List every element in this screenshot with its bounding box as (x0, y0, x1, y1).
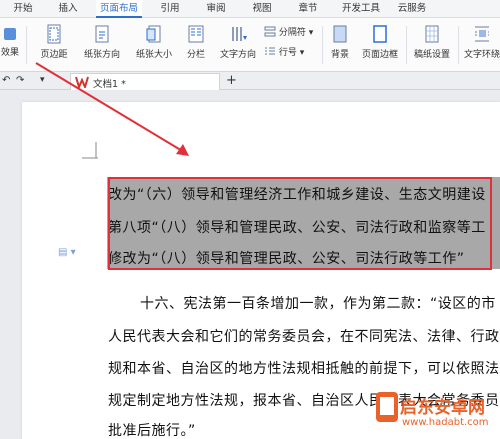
ribbon-separator (458, 26, 459, 64)
ribbon-separator (406, 26, 407, 64)
ribbon-toolbar: 效果 页边距 纸张方向 纸张大小 分栏 文字方向 分隔符 ▾ 行号 ▾ 背景 页… (0, 18, 500, 72)
redo-icon[interactable]: ↷ (16, 75, 24, 86)
page-corner-mark (82, 142, 98, 159)
menu-bar: 开始 插入 页面布局 引用 审阅 视图 章节 开发工具 云服务 (0, 0, 500, 18)
tab-insert[interactable]: 插入 (52, 0, 84, 18)
tab-chapter[interactable]: 章节 (292, 0, 324, 18)
body-text-line[interactable]: 人民代表大会和它们的常务委员会，在不同宪法、法律、行政 (108, 326, 500, 346)
tab-references[interactable]: 引用 (154, 0, 186, 18)
grid-paper-icon (425, 25, 439, 43)
margins-button[interactable]: 页边距 (34, 24, 74, 60)
tab-cloud[interactable]: 云服务 (392, 0, 432, 18)
annotation-highlight-box (108, 177, 492, 270)
text-direction-button[interactable]: 文字方向 (214, 24, 262, 60)
orientation-button[interactable]: 纸张方向 (78, 24, 126, 60)
watermark-url: www.hadabt.com (402, 417, 489, 428)
tab-developer[interactable]: 开发工具 (336, 0, 386, 18)
page-border-icon (373, 25, 387, 43)
paper-size-button[interactable]: 纸张大小 (130, 24, 178, 60)
ribbon-separator (322, 26, 323, 64)
document-tab[interactable]: 文档1 * (70, 73, 220, 90)
effects-button[interactable]: 效果 (0, 26, 20, 58)
document-tab-label: 文档1 * (93, 79, 126, 90)
ribbon-separator (26, 26, 27, 64)
breaks-button[interactable]: 分隔符 ▾ (264, 25, 313, 38)
paper-setup-button[interactable]: 稿纸设置 (410, 24, 454, 60)
effects-icon (4, 28, 16, 40)
watermark-title: 启东安卓网 (400, 398, 485, 418)
columns-icon (188, 25, 204, 43)
line-numbers-icon (265, 47, 275, 55)
tab-view[interactable]: 视图 (246, 0, 278, 18)
tab-review[interactable]: 审阅 (200, 0, 232, 18)
body-text-line[interactable]: 十六、宪法第一百条增加一款，作为第二款：“设区的市 (140, 293, 496, 313)
background-icon (333, 25, 347, 43)
body-text-line[interactable]: 规和本省、自治区的地方性法规相抵触的前提下，可以依照法 (108, 358, 500, 378)
chevron-down-icon[interactable]: ▾ (40, 75, 45, 85)
breaks-icon (264, 26, 276, 37)
text-wrap-button[interactable]: 文字环绕 (462, 24, 500, 60)
paper-size-icon (146, 25, 161, 43)
tab-strip: ↶ ↷ ▾ 文档1 * + (0, 72, 500, 90)
orientation-icon (95, 25, 109, 43)
margins-icon (47, 24, 61, 44)
tab-page-layout[interactable]: 页面布局 (96, 0, 142, 18)
page-border-button[interactable]: 页面边框 (358, 24, 402, 60)
tab-home[interactable]: 开始 (8, 0, 38, 18)
paragraph-layout-icon[interactable]: ▤ ▾ (58, 247, 76, 258)
text-wrap-icon (475, 26, 489, 42)
undo-icon[interactable]: ↶ (2, 75, 10, 86)
background-button[interactable]: 背景 (326, 24, 354, 60)
new-tab-icon[interactable]: + (226, 73, 237, 88)
line-numbers-button[interactable]: 行号 ▾ (264, 45, 304, 58)
wps-writer-icon (75, 76, 89, 88)
body-text-line[interactable]: 批准后施行。” (108, 420, 196, 439)
text-direction-icon (232, 27, 247, 41)
columns-button[interactable]: 分栏 (182, 24, 210, 60)
